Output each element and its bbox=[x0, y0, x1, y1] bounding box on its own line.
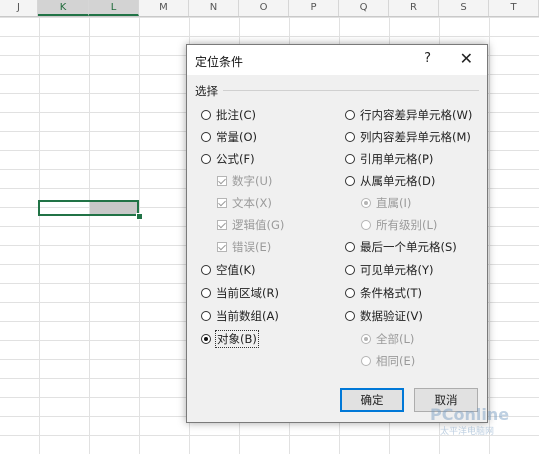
option-validation-same[interactable]: 相同(E) bbox=[361, 352, 415, 370]
option-row-differences[interactable]: 行内容差异单元格(W) bbox=[345, 106, 472, 124]
radio-icon[interactable] bbox=[345, 311, 355, 321]
option-blanks[interactable]: 空值(K) bbox=[201, 261, 256, 279]
radio-icon[interactable] bbox=[201, 311, 211, 321]
dialog-title: 定位条件 bbox=[195, 55, 244, 69]
column-header-n[interactable]: N bbox=[189, 0, 239, 16]
column-header-l[interactable]: L bbox=[89, 0, 139, 16]
radio-icon[interactable] bbox=[201, 288, 211, 298]
radio-icon[interactable] bbox=[201, 110, 211, 120]
option-data-validation[interactable]: 数据验证(V) bbox=[345, 307, 423, 325]
checkbox-icon[interactable] bbox=[217, 198, 227, 208]
radio-icon[interactable] bbox=[201, 265, 211, 275]
option-all-levels[interactable]: 所有级别(L) bbox=[361, 216, 437, 234]
selected-cell-shade bbox=[90, 202, 137, 214]
checkbox-icon[interactable] bbox=[217, 242, 227, 252]
column-header-m[interactable]: M bbox=[139, 0, 189, 16]
fill-handle[interactable] bbox=[136, 213, 143, 220]
option-label: 常量(O) bbox=[216, 130, 258, 144]
radio-icon[interactable] bbox=[201, 132, 211, 142]
option-label: 条件格式(T) bbox=[360, 286, 422, 300]
column-header-t[interactable]: T bbox=[489, 0, 539, 16]
selected-range[interactable] bbox=[38, 200, 139, 216]
option-label: 直属(I) bbox=[376, 196, 412, 210]
option-column-differences[interactable]: 列内容差异单元格(M) bbox=[345, 128, 471, 146]
option-label: 逻辑值(G) bbox=[232, 218, 285, 232]
go-to-special-dialog: 定位条件 ? ✕ 选择 批注(C) 常量(O) 公式(F) 数字(U) 文本(X… bbox=[186, 44, 488, 423]
dialog-titlebar: 定位条件 ? ✕ bbox=[187, 45, 487, 75]
option-label: 所有级别(L) bbox=[376, 218, 438, 232]
option-label: 空值(K) bbox=[216, 263, 256, 277]
radio-icon[interactable] bbox=[345, 176, 355, 186]
option-direct-only[interactable]: 直属(I) bbox=[361, 194, 411, 212]
option-label: 引用单元格(P) bbox=[360, 152, 434, 166]
option-comments[interactable]: 批注(C) bbox=[201, 106, 256, 124]
option-label: 数据验证(V) bbox=[360, 309, 423, 323]
watermark-logo: PConline bbox=[430, 405, 510, 424]
radio-icon[interactable] bbox=[361, 198, 371, 208]
radio-icon[interactable] bbox=[345, 154, 355, 164]
option-current-region[interactable]: 当前区域(R) bbox=[201, 284, 279, 302]
option-precedents[interactable]: 引用单元格(P) bbox=[345, 150, 433, 168]
column-header-o[interactable]: O bbox=[239, 0, 289, 16]
column-header-q[interactable]: Q bbox=[339, 0, 389, 16]
option-last-cell[interactable]: 最后一个单元格(S) bbox=[345, 238, 457, 256]
option-label: 数字(U) bbox=[232, 174, 273, 188]
option-label: 当前区域(R) bbox=[216, 286, 279, 300]
column-header-s[interactable]: S bbox=[439, 0, 489, 16]
radio-icon[interactable] bbox=[345, 288, 355, 298]
option-label: 批注(C) bbox=[216, 108, 257, 122]
radio-icon[interactable] bbox=[345, 265, 355, 275]
option-label: 相同(E) bbox=[376, 354, 416, 368]
close-button[interactable]: ✕ bbox=[460, 49, 473, 68]
column-header-row: J K L M N O P Q R S T bbox=[0, 0, 539, 17]
option-label: 全部(L) bbox=[376, 332, 415, 346]
column-header-r[interactable]: R bbox=[389, 0, 439, 16]
radio-icon[interactable] bbox=[361, 220, 371, 230]
option-constants[interactable]: 常量(O) bbox=[201, 128, 257, 146]
option-label: 文本(X) bbox=[232, 196, 272, 210]
option-numbers[interactable]: 数字(U) bbox=[217, 172, 272, 190]
option-label: 对象(B) bbox=[215, 330, 259, 348]
option-conditional-formats[interactable]: 条件格式(T) bbox=[345, 284, 422, 302]
radio-icon[interactable] bbox=[345, 110, 355, 120]
option-errors[interactable]: 错误(E) bbox=[217, 238, 271, 256]
column-header-j[interactable]: J bbox=[0, 0, 38, 16]
select-group-label: 选择 bbox=[195, 84, 218, 98]
column-header-k[interactable]: K bbox=[38, 0, 89, 16]
option-validation-all[interactable]: 全部(L) bbox=[361, 330, 414, 348]
radio-icon[interactable] bbox=[361, 356, 371, 366]
radio-icon[interactable] bbox=[345, 242, 355, 252]
option-objects[interactable]: 对象(B) bbox=[201, 330, 259, 348]
option-dependents[interactable]: 从属单元格(D) bbox=[345, 172, 435, 190]
help-button[interactable]: ? bbox=[424, 51, 431, 66]
option-label: 最后一个单元格(S) bbox=[360, 240, 457, 254]
option-label: 行内容差异单元格(W) bbox=[360, 108, 473, 122]
group-divider bbox=[223, 90, 479, 91]
checkbox-icon[interactable] bbox=[217, 176, 227, 186]
option-label: 公式(F) bbox=[216, 152, 255, 166]
option-label: 当前数组(A) bbox=[216, 309, 279, 323]
option-label: 可见单元格(Y) bbox=[360, 263, 434, 277]
radio-icon[interactable] bbox=[361, 334, 371, 344]
option-current-array[interactable]: 当前数组(A) bbox=[201, 307, 279, 325]
ok-button[interactable]: 确定 bbox=[340, 388, 404, 412]
checkbox-icon[interactable] bbox=[217, 220, 227, 230]
option-formulas[interactable]: 公式(F) bbox=[201, 150, 255, 168]
radio-icon[interactable] bbox=[345, 132, 355, 142]
option-label: 列内容差异单元格(M) bbox=[360, 130, 471, 144]
option-visible-cells[interactable]: 可见单元格(Y) bbox=[345, 261, 434, 279]
option-label: 错误(E) bbox=[232, 240, 272, 254]
radio-icon[interactable] bbox=[201, 154, 211, 164]
option-label: 从属单元格(D) bbox=[360, 174, 436, 188]
option-logicals[interactable]: 逻辑值(G) bbox=[217, 216, 284, 234]
option-text[interactable]: 文本(X) bbox=[217, 194, 272, 212]
radio-icon[interactable] bbox=[201, 334, 211, 344]
column-header-p[interactable]: P bbox=[289, 0, 339, 16]
watermark-subtext: 太平洋电脑网 bbox=[440, 427, 495, 437]
